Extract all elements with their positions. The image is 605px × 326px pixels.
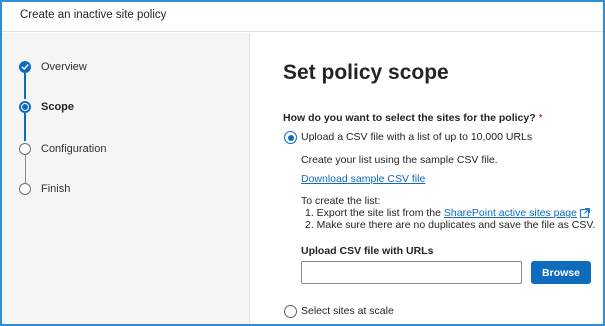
wizard-steps-sidebar: Overview Scope Configuration Finish — [2, 33, 250, 324]
pending-step-indicator-icon — [19, 183, 31, 195]
dialog-window: Create an inactive site policy Overview … — [0, 0, 605, 326]
radio-upload-csv-label[interactable]: Upload a CSV file with a list of up to 1… — [301, 131, 532, 143]
window-title: Create an inactive site policy — [20, 9, 167, 21]
step-finish[interactable]: Finish — [19, 183, 70, 195]
upload-csv-input[interactable] — [301, 261, 522, 284]
step-label: Overview — [41, 61, 87, 73]
step-connector-pending — [24, 155, 26, 183]
browse-button[interactable]: Browse — [531, 261, 591, 284]
download-sample-csv-link[interactable]: Download sample CSV file — [301, 173, 425, 185]
step-connector-completed — [24, 73, 26, 99]
scope-question: How do you want to select the sites for … — [283, 112, 543, 124]
radio-select-sites-at-scale[interactable] — [284, 305, 297, 318]
step-label: Configuration — [41, 143, 107, 155]
required-asterisk: * — [538, 112, 543, 124]
main-content: Set policy scope How do you want to sele… — [251, 33, 603, 324]
checkmark-icon — [19, 61, 31, 73]
upload-csv-label: Upload CSV file with URLs — [301, 245, 434, 257]
instructions-title: To create the list: — [301, 195, 381, 207]
sharepoint-active-sites-link[interactable]: SharePoint active sites page — [444, 207, 577, 219]
title-bar: Create an inactive site policy — [2, 2, 603, 32]
pending-step-indicator-icon — [19, 143, 31, 155]
step-scope[interactable]: Scope — [19, 101, 74, 113]
question-text: How do you want to select the sites for … — [283, 112, 536, 124]
step-label: Scope — [41, 101, 75, 113]
step-overview[interactable]: Overview — [19, 61, 87, 73]
instruction-2: 2. Make sure there are no duplicates and… — [305, 219, 596, 231]
step-connector-current — [24, 113, 26, 141]
instruction-1-text: 1. Export the site list from the — [305, 207, 441, 219]
radio-upload-csv[interactable] — [284, 131, 297, 144]
csv-hint: Create your list using the sample CSV fi… — [301, 154, 498, 166]
step-label: Finish — [41, 183, 71, 195]
step-configuration[interactable]: Configuration — [19, 143, 106, 155]
current-step-indicator-icon — [19, 101, 31, 113]
page-title: Set policy scope — [283, 61, 449, 84]
radio-select-sites-at-scale-label[interactable]: Select sites at scale — [301, 305, 394, 317]
